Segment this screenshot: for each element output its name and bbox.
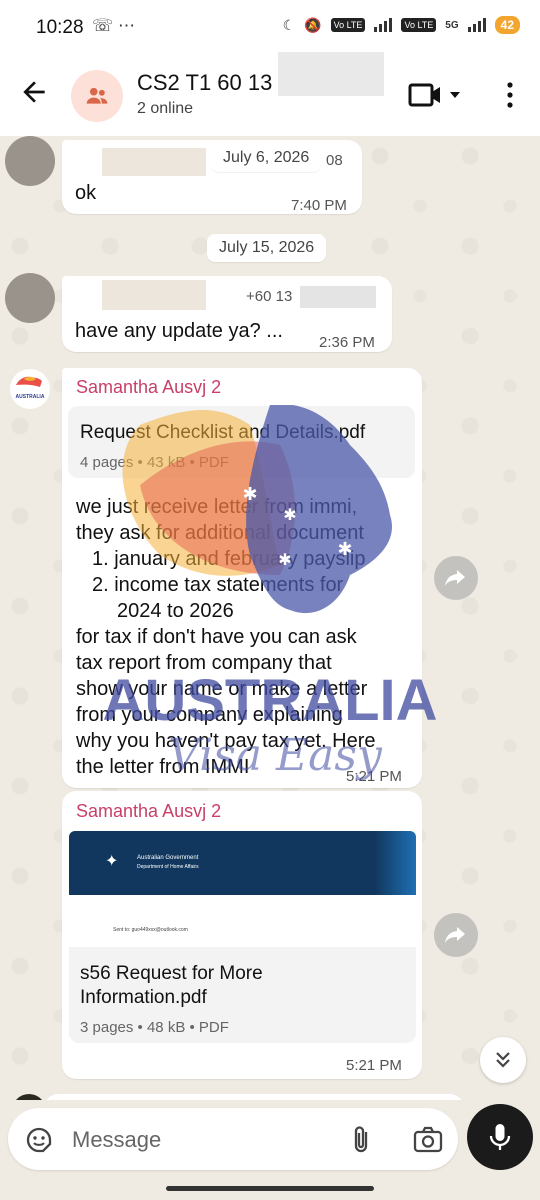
redacted-sender (102, 148, 206, 176)
moon-icon: ☾ (282, 16, 296, 33)
contact-avatar[interactable] (5, 273, 55, 323)
notification-icons: ☏ ⋯ (92, 16, 135, 36)
forward-button[interactable] (434, 913, 478, 957)
date-separator: July 15, 2026 (207, 234, 327, 262)
text-line: why you haven't pay tax yet. Here (76, 730, 376, 752)
signal-icon-2 (467, 18, 486, 32)
chat-title[interactable]: CS2 T1 60 13 (137, 70, 272, 96)
phone-suffix: 08 (326, 152, 343, 169)
message-input[interactable]: Message (72, 1127, 161, 1153)
text-line: 2024 to 2026 (117, 600, 234, 622)
status-time: 10:28 (36, 17, 84, 38)
more-notifications-icon: ⋯ (118, 16, 135, 35)
chat-area[interactable]: 08 ok 7:40 PM July 6, 2026 July 15, 2026… (0, 136, 540, 1100)
document-name: Request Checklist and Details.pdf (80, 422, 366, 443)
document-meta: 4 pages • 43 kB • PDF (80, 454, 229, 471)
chat-header: CS2 T1 60 13 2 online (0, 52, 540, 136)
volte-icon: Vo LTE (330, 18, 366, 32)
system-navigation-bar (0, 1174, 540, 1200)
message-text: ok (75, 182, 97, 204)
group-avatar[interactable] (71, 70, 123, 122)
text-line: tax report from company that (76, 652, 332, 674)
sender-name[interactable]: Samantha Ausvj 2 (76, 801, 221, 822)
text-line: we just receive letter from immi, (76, 496, 358, 518)
message-text: we just receive letter from immi, they a… (76, 494, 406, 780)
status-bar: 10:28 ☏ ⋯ ☾ 🔕 Vo LTE Vo LTE 5G 42 (0, 0, 540, 54)
contact-avatar[interactable] (12, 1094, 46, 1100)
group-people-icon (86, 87, 108, 104)
text-line: show your name or make a letter (76, 678, 368, 700)
emoji-sticker-icon[interactable] (24, 1125, 54, 1155)
redacted-sender (102, 280, 206, 310)
home-gesture-pill[interactable] (166, 1186, 374, 1191)
voice-message-button[interactable] (467, 1104, 533, 1170)
online-count: 2 online (137, 100, 194, 117)
preview-gov-line2: Department of Home Affairs (137, 864, 199, 870)
date-separator: July 6, 2026 (211, 144, 322, 172)
phone-prefix: +60 13 (246, 288, 293, 305)
microphone-icon (489, 1124, 511, 1150)
battery-icon: 42 (494, 16, 520, 34)
document-meta: 3 pages • 48 kB • PDF (80, 1019, 229, 1036)
volte-icon-2: Vo LTE (401, 18, 437, 32)
document-attachment[interactable]: Request Checklist and Details.pdf 4 page… (68, 406, 415, 478)
scroll-to-bottom-button[interactable] (480, 1037, 526, 1083)
message-bubble-document[interactable]: Samantha Ausvj 2 ✦ Australian Government… (62, 791, 422, 1079)
sender-avatar[interactable]: AUSTRALIA (10, 369, 50, 409)
text-line: they ask for additional document (76, 522, 364, 544)
crest-icon: ✦ (105, 853, 119, 870)
forward-icon (445, 927, 465, 943)
preview-banner: ✦ Australian Government Department of Ho… (69, 831, 416, 895)
message-text: have any update ya? ... (75, 320, 283, 342)
text-line: the letter from IMMI (76, 756, 250, 778)
more-options-icon[interactable] (498, 80, 522, 110)
whatsapp-notification-icon: ☏ (92, 16, 114, 35)
message-bubble[interactable] (44, 1094, 464, 1100)
message-time: 5:21 PM (346, 1057, 402, 1074)
message-time: 2:36 PM (319, 334, 375, 351)
double-chevron-down-icon (496, 1052, 510, 1068)
attachment-icon[interactable] (350, 1124, 372, 1156)
muted-bell-icon: 🔕 (304, 16, 322, 33)
text-line: 1. january and february payslip (92, 548, 366, 570)
document-name-line2: Information.pdf (80, 987, 207, 1008)
text-line: 2. income tax statements for (92, 574, 344, 596)
message-time: 7:40 PM (291, 197, 347, 214)
forward-button[interactable] (434, 556, 478, 600)
avatar-logo-text: AUSTRALIA (16, 394, 45, 400)
video-call-icon[interactable] (408, 80, 466, 110)
text-line: for tax if don't have you can ask (76, 626, 357, 648)
camera-icon[interactable] (413, 1126, 443, 1154)
message-composer[interactable]: Message (8, 1108, 458, 1170)
text-line: from your company explaining (76, 704, 343, 726)
document-name: s56 Request for More (80, 963, 263, 984)
message-bubble[interactable]: +60 13 have any update ya? ... 2:36 PM (62, 276, 392, 352)
preview-sent-to: Sent to: guo449xxx@outlook.com (113, 927, 188, 933)
back-arrow-icon[interactable] (18, 76, 50, 108)
document-attachment[interactable]: s56 Request for More Information.pdf 3 p… (69, 947, 416, 1043)
redacted-title (278, 52, 384, 96)
sender-name[interactable]: Samantha Ausvj 2 (76, 377, 221, 398)
network-type: 5G (445, 19, 459, 31)
status-right-icons: ☾ 🔕 Vo LTE Vo LTE 5G 42 (283, 16, 520, 34)
signal-icon (374, 18, 393, 32)
preview-gov-line1: Australian Government (137, 855, 199, 861)
contact-avatar[interactable] (5, 136, 55, 186)
document-preview[interactable]: ✦ Australian Government Department of Ho… (69, 831, 416, 947)
forward-icon (445, 570, 465, 586)
redacted-phone (300, 286, 376, 308)
